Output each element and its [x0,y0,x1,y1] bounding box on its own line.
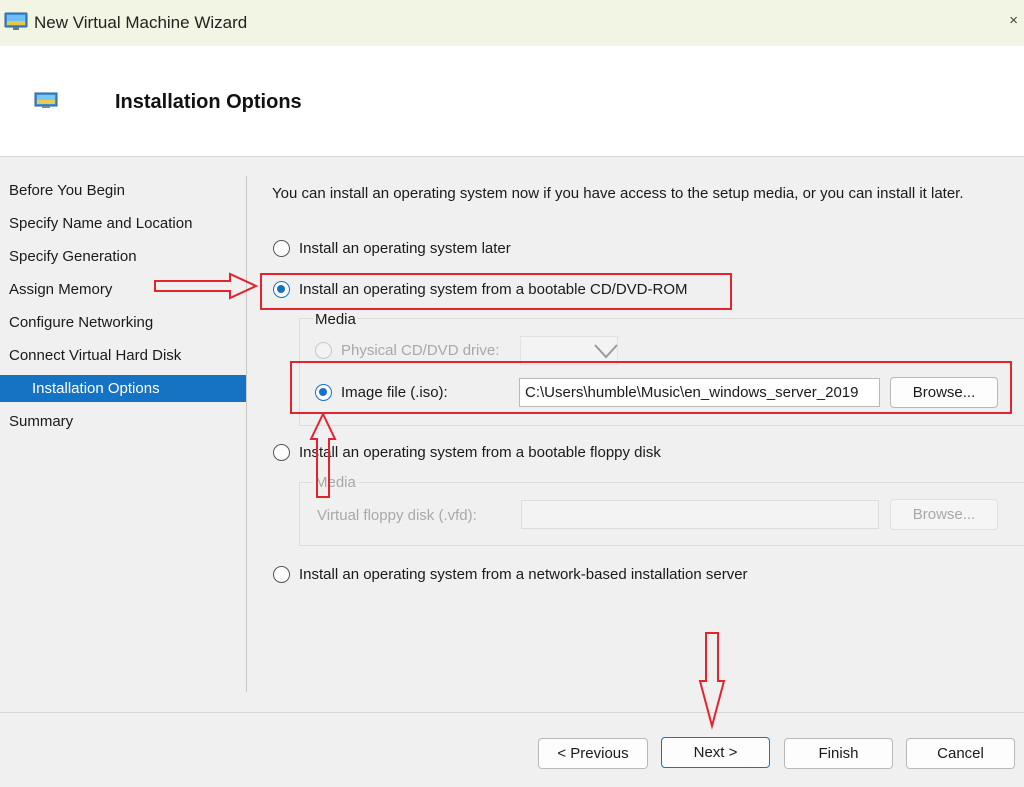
wizard-steps: Before You Begin Specify Name and Locati… [0,174,246,438]
step-summary[interactable]: Summary [0,405,246,438]
step-assign-memory[interactable]: Assign Memory [0,273,246,306]
install-later-label: Install an operating system later [299,240,511,257]
floppy-media-label: Media [313,474,358,491]
install-floppy-label: Install an operating system from a boota… [299,444,661,461]
install-floppy-radio[interactable] [273,444,290,461]
intro-text: You can install an operating system now … [272,185,964,202]
window-title: New Virtual Machine Wizard [34,13,248,32]
option-install-floppy[interactable]: Install an operating system from a boota… [273,444,661,461]
next-button[interactable]: Next > [661,737,770,768]
option-physical-drive: Physical CD/DVD drive: [315,342,499,359]
option-install-network[interactable]: Install an operating system from a netwo… [273,566,748,583]
cd-media-label: Media [313,311,358,328]
previous-button[interactable]: < Previous [538,738,648,769]
browse-vfd-button: Browse... [890,499,998,530]
footer-divider [0,712,1024,713]
vfd-label: Virtual floppy disk (.vfd): [317,507,477,524]
annotation-box-image-file [290,361,1012,414]
finish-button[interactable]: Finish [784,738,893,769]
step-specify-generation[interactable]: Specify Generation [0,240,246,273]
title-bar: New Virtual Machine Wizard × [0,0,1024,46]
chevron-down-icon [594,344,618,359]
monitor-icon [4,12,28,36]
page-title: Installation Options [115,91,302,113]
close-icon[interactable]: × [1009,12,1018,29]
step-before-you-begin[interactable]: Before You Begin [0,174,246,207]
install-network-label: Install an operating system from a netwo… [299,566,748,583]
step-connect-virtual-hard-disk[interactable]: Connect Virtual Hard Disk [0,339,246,372]
physical-drive-radio [315,342,332,359]
install-later-radio[interactable] [273,240,290,257]
install-network-radio[interactable] [273,566,290,583]
monitor-icon [34,92,58,114]
step-specify-name-and-location[interactable]: Specify Name and Location [0,207,246,240]
cancel-button[interactable]: Cancel [906,738,1015,769]
option-install-later[interactable]: Install an operating system later [273,240,511,257]
sidebar-divider [246,176,247,692]
annotation-box-cd-option [260,273,732,310]
physical-drive-label: Physical CD/DVD drive: [341,342,500,359]
wizard-header: Installation Options [0,46,1024,157]
step-installation-options[interactable]: Installation Options [0,375,246,402]
vfd-path-input [521,500,879,529]
step-configure-networking[interactable]: Configure Networking [0,306,246,339]
